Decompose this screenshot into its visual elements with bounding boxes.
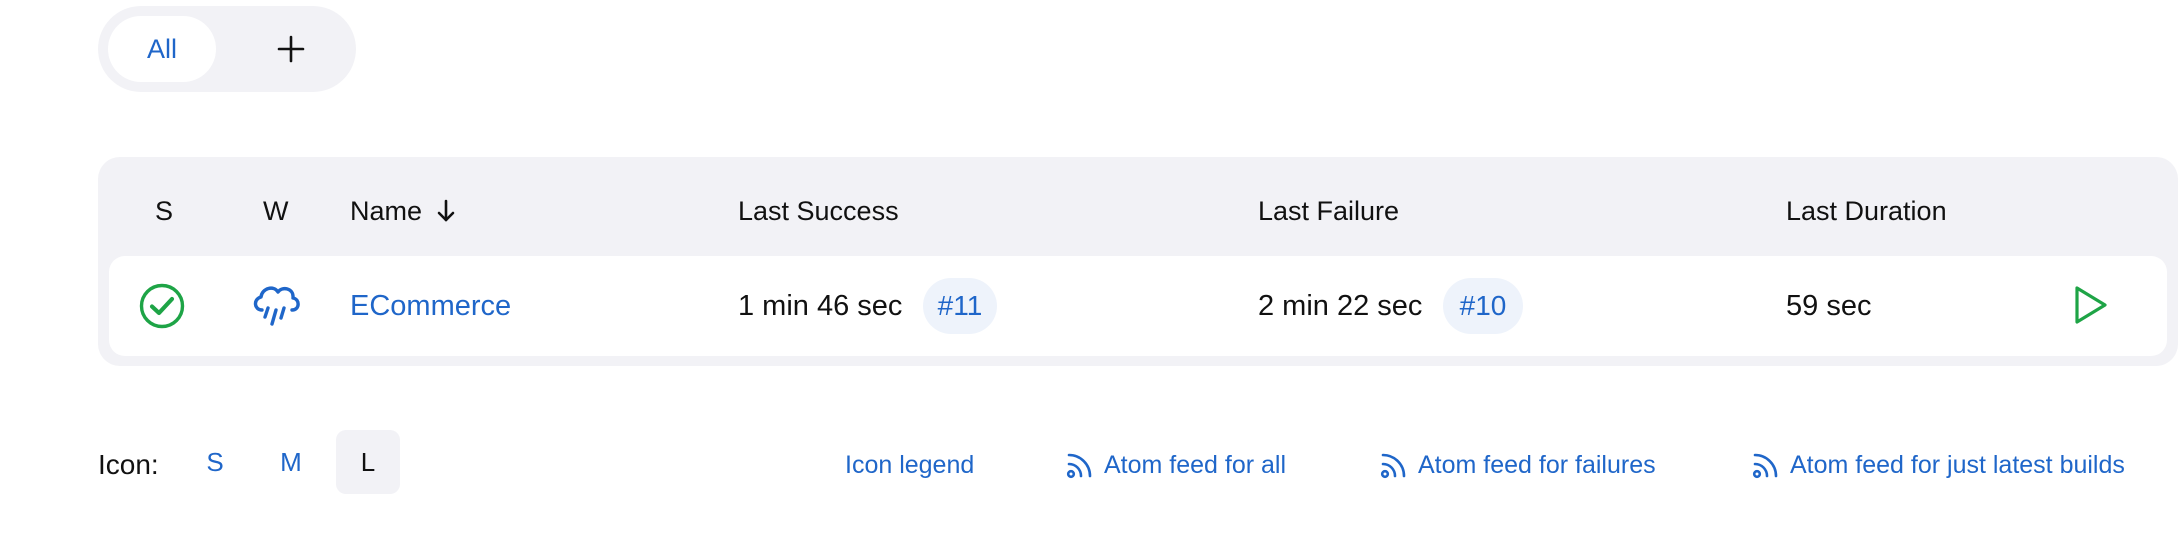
last-success-build-link[interactable]: #11 xyxy=(923,278,997,334)
plus-icon xyxy=(277,35,305,63)
icon-size-label: Icon: xyxy=(98,449,159,480)
header-name[interactable]: Name xyxy=(350,191,456,231)
rss-icon xyxy=(1752,453,1778,479)
tab-all[interactable]: All xyxy=(108,16,216,82)
atom-feed-failures-label: Atom feed for failures xyxy=(1418,451,1656,479)
header-weather[interactable]: W xyxy=(263,191,288,231)
atom-feed-all-label: Atom feed for all xyxy=(1104,451,1287,479)
icon-size-s[interactable]: S xyxy=(190,430,240,494)
icon-size-m[interactable]: M xyxy=(266,430,316,494)
header-last-failure[interactable]: Last Failure xyxy=(1258,191,1399,231)
rss-icon xyxy=(1066,453,1092,479)
success-check-icon[interactable] xyxy=(139,283,185,334)
atom-feed-latest-link[interactable]: Atom feed for just latest builds xyxy=(1752,445,2125,485)
schedule-build-button[interactable] xyxy=(2071,284,2109,331)
add-view-button[interactable] xyxy=(258,16,324,82)
atom-feed-latest-label: Atom feed for just latest builds xyxy=(1790,451,2125,479)
header-status[interactable]: S xyxy=(155,191,173,231)
header-last-duration[interactable]: Last Duration xyxy=(1786,191,1947,231)
atom-feed-all-link[interactable]: Atom feed for all xyxy=(1066,445,1286,485)
atom-feed-failures-link[interactable]: Atom feed for failures xyxy=(1380,445,1656,485)
table-row: ECommerce 1 min 46 sec #11 2 min 22 sec … xyxy=(109,256,2167,356)
icon-size-l[interactable]: L xyxy=(336,430,400,494)
job-name-link[interactable]: ECommerce xyxy=(350,286,511,326)
last-success-time: 1 min 46 sec xyxy=(738,290,903,322)
last-failure-time: 2 min 22 sec xyxy=(1258,290,1423,322)
icon-legend-label: Icon legend xyxy=(845,451,975,479)
last-duration: 59 sec xyxy=(1786,290,1872,322)
jobs-table: S W Name Last Success Last Failure Last … xyxy=(98,157,2178,366)
last-failure-build-link[interactable]: #10 xyxy=(1443,278,1523,334)
play-icon xyxy=(2075,286,2107,324)
arrow-down-icon xyxy=(437,199,455,222)
rain-cloud-icon[interactable] xyxy=(250,280,302,335)
header-last-success[interactable]: Last Success xyxy=(738,191,899,231)
rss-icon xyxy=(1380,453,1406,479)
header-name-label: Name xyxy=(350,196,423,226)
icon-legend-link[interactable]: Icon legend xyxy=(845,445,974,485)
view-tabs: All xyxy=(98,6,356,92)
